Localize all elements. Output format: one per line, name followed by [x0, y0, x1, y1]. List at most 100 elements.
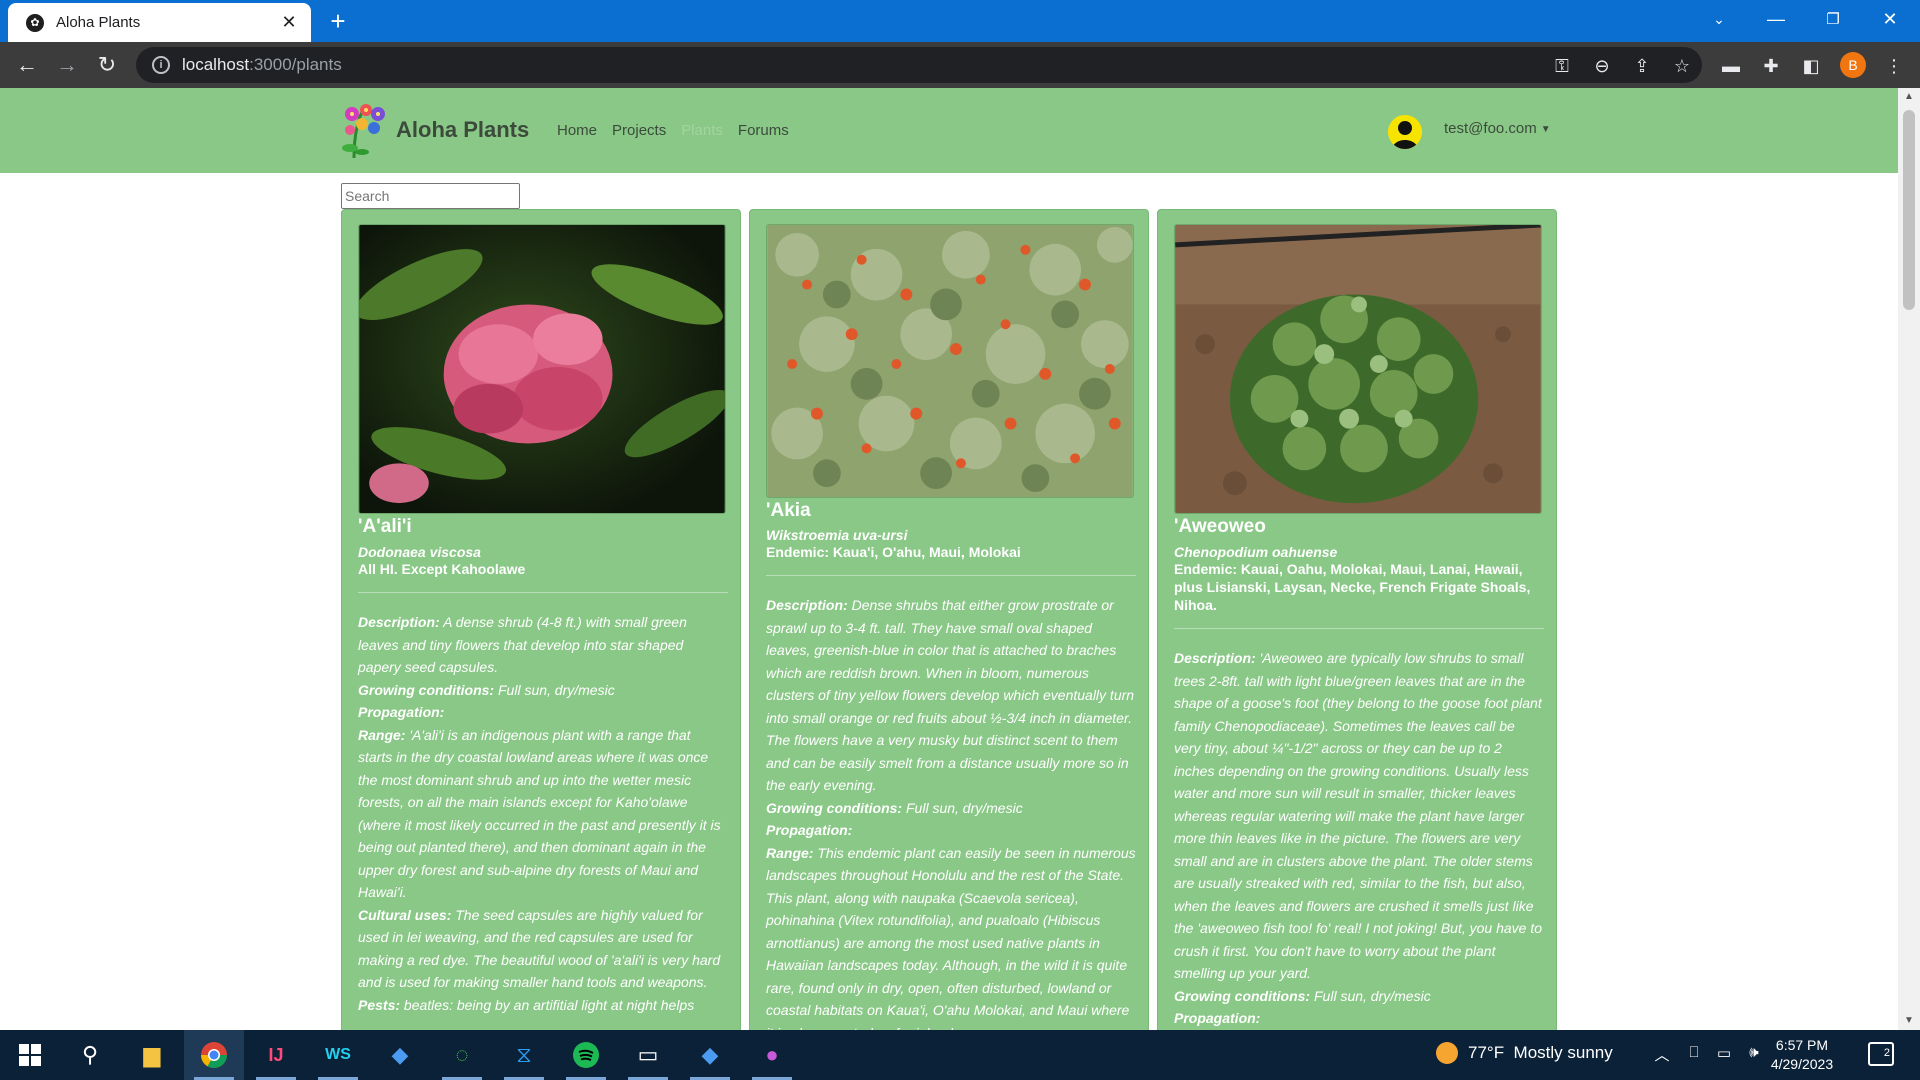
extension-keyboard-icon[interactable]: ▬: [1719, 55, 1743, 77]
clock-time: 6:57 PM: [1775, 1037, 1829, 1053]
plant-range: 'A'ali'i is an indigenous plant with a r…: [358, 726, 721, 901]
label-cultural: Cultural uses:: [358, 906, 452, 923]
windows-start-icon[interactable]: [0, 1030, 60, 1080]
plant-growing-conditions: Full sun, dry/mesic: [906, 799, 1023, 816]
password-key-icon[interactable]: ⚿: [1551, 55, 1573, 77]
label-description: Description:: [358, 614, 440, 630]
volume-icon[interactable]: 🕪: [1744, 1044, 1764, 1061]
plant-name: 'Akia: [766, 500, 811, 521]
label-description: Description:: [1174, 650, 1256, 666]
browser-titlebar: ✿ Aloha Plants ✕ + ⌄ — ❐ ✕: [0, 0, 1920, 42]
zoom-icon[interactable]: ⊖: [1591, 55, 1613, 77]
nav-projects[interactable]: Projects: [612, 122, 666, 139]
side-panel-icon[interactable]: ◧: [1799, 55, 1823, 77]
plant-photo-aweoweo: [1174, 224, 1542, 514]
clock-date: 4/29/2023: [1770, 1056, 1834, 1072]
tab-close-icon[interactable]: ✕: [279, 12, 299, 33]
share-icon[interactable]: ⇪: [1631, 55, 1653, 77]
plant-scientific-name: Chenopodium oahuense: [1174, 544, 1338, 560]
new-tab-button[interactable]: +: [322, 6, 354, 38]
scroll-up-arrow-icon[interactable]: ▲: [1898, 88, 1920, 106]
reload-button[interactable]: ↻: [90, 48, 124, 82]
extensions-puzzle-icon[interactable]: ✚: [1759, 55, 1783, 77]
bookmark-star-icon[interactable]: ☆: [1671, 55, 1693, 77]
label-range: Range:: [358, 726, 406, 743]
scrollbar-thumb[interactable]: [1903, 110, 1915, 310]
label-description: Description:: [766, 597, 848, 613]
plant-growing-conditions: Full sun, dry/mesic: [498, 681, 615, 698]
webstorm-icon[interactable]: WS: [308, 1030, 368, 1080]
tab-title: Aloha Plants: [56, 14, 141, 31]
plant-scientific-name: Wikstroemia uva-ursi: [766, 527, 908, 543]
weather-widget[interactable]: 77°F Mostly sunny: [1436, 1042, 1613, 1064]
file-explorer-icon[interactable]: ▆: [122, 1030, 182, 1080]
plant-card[interactable]: 'Aweoweo Chenopodium oahuense Endemic: K…: [1157, 209, 1557, 1030]
label-pests: Pests:: [358, 996, 401, 1013]
url-path: :3000/plants: [249, 55, 342, 74]
label-propagation: Propagation:: [766, 822, 853, 838]
page-viewport: Aloha Plants Home Projects Plants Forums…: [0, 88, 1920, 1030]
profile-avatar[interactable]: B: [1840, 52, 1866, 78]
nav-home[interactable]: Home: [557, 122, 597, 139]
plant-card[interactable]: 'A'ali'i Dodonaea viscosa All HI. Except…: [341, 209, 741, 1030]
divider: [766, 575, 1136, 576]
plant-card-body: 'Aweoweo Chenopodium oahuense Endemic: K…: [1174, 516, 1544, 1030]
plant-description: 'Aweoweo are typically low shrubs to sma…: [1174, 650, 1543, 981]
plant-details: Description: 'Aweoweo are typically low …: [1174, 647, 1544, 1030]
search-input[interactable]: [341, 183, 520, 209]
browser-tab[interactable]: ✿ Aloha Plants ✕: [8, 3, 311, 42]
plant-scientific-name: Dodonaea viscosa: [358, 544, 481, 560]
site-favicon-icon: ✿: [26, 13, 44, 32]
label-propagation: Propagation:: [358, 704, 445, 720]
plant-card-body: 'A'ali'i Dodonaea viscosa All HI. Except…: [358, 516, 728, 1016]
page-scrollbar[interactable]: ▲ ▼: [1898, 88, 1920, 1030]
label-growing: Growing conditions:: [1174, 987, 1311, 1004]
divider: [1174, 628, 1544, 629]
battery-icon[interactable]: ▭: [1714, 1044, 1734, 1062]
meet-now-icon[interactable]: ⎕: [1684, 1044, 1704, 1061]
sync-app-icon[interactable]: ◌: [432, 1030, 492, 1080]
weather-sun-icon: [1436, 1042, 1458, 1064]
plant-range-summary: Endemic: Kauai, Oahu, Molokai, Maui, Lan…: [1174, 561, 1531, 613]
git-tool-icon[interactable]: ◆: [680, 1030, 740, 1080]
minimize-button[interactable]: —: [1748, 0, 1804, 38]
chrome-icon[interactable]: [184, 1030, 244, 1080]
search-icon[interactable]: ⚲: [60, 1030, 120, 1080]
plant-growing-conditions: Full sun, dry/mesic: [1314, 987, 1431, 1004]
chevron-down-icon: ▼: [1540, 123, 1551, 135]
user-avatar-icon[interactable]: [1388, 115, 1422, 149]
tray-chevron-up-icon[interactable]: ︿: [1652, 1044, 1672, 1065]
site-info-icon[interactable]: i: [152, 56, 170, 74]
plant-photo-akia: [766, 224, 1134, 498]
close-window-button[interactable]: ✕: [1862, 0, 1918, 38]
user-menu-dropdown[interactable]: test@foo.com ▼: [1444, 120, 1551, 137]
restore-button[interactable]: ❐: [1805, 0, 1861, 38]
intellij-icon[interactable]: IJ: [246, 1030, 306, 1080]
scroll-down-arrow-icon[interactable]: ▼: [1898, 1012, 1920, 1030]
system-clock[interactable]: 6:57 PM 4/29/2023: [1762, 1036, 1842, 1074]
terminal-icon[interactable]: ▭: [618, 1030, 678, 1080]
site-navbar: Aloha Plants Home Projects Plants Forums…: [0, 88, 1898, 173]
forward-button[interactable]: →: [50, 48, 84, 82]
notification-center-icon[interactable]: 2: [1868, 1042, 1894, 1066]
nav-forums[interactable]: Forums: [738, 122, 789, 139]
chrome-menu-icon[interactable]: ⋮: [1882, 55, 1906, 77]
plant-card-body: 'Akia Wikstroemia uva-ursi Endemic: Kaua…: [766, 500, 1136, 1030]
label-propagation: Propagation:: [1174, 1010, 1261, 1026]
spotify-icon[interactable]: [556, 1030, 616, 1080]
plant-range: This endemic plant can easily be seen in…: [766, 844, 1136, 1031]
nav-plants[interactable]: Plants: [681, 122, 723, 139]
divider: [358, 592, 728, 593]
plant-card[interactable]: 'Akia Wikstroemia uva-ursi Endemic: Kaua…: [749, 209, 1149, 1030]
brand[interactable]: Aloha Plants: [340, 100, 529, 160]
vscode-icon[interactable]: ⧖: [494, 1030, 554, 1080]
plant-name: 'A'ali'i: [358, 516, 412, 537]
back-button[interactable]: ←: [10, 48, 44, 82]
address-bar[interactable]: i localhost:3000/plants: [136, 47, 1702, 83]
tab-search-chevron-icon[interactable]: ⌄: [1691, 0, 1747, 38]
windows-taskbar: ⚲ ▆ IJ WS ◆ ◌ ⧖ ▭ ◆ ● 77°F Mostly sunny …: [0, 1030, 1920, 1080]
git-client-icon[interactable]: ◆: [370, 1030, 430, 1080]
chat-app-icon[interactable]: ●: [742, 1030, 802, 1080]
plant-name: 'Aweoweo: [1174, 516, 1266, 537]
main-nav: Home Projects Plants Forums: [557, 122, 804, 139]
